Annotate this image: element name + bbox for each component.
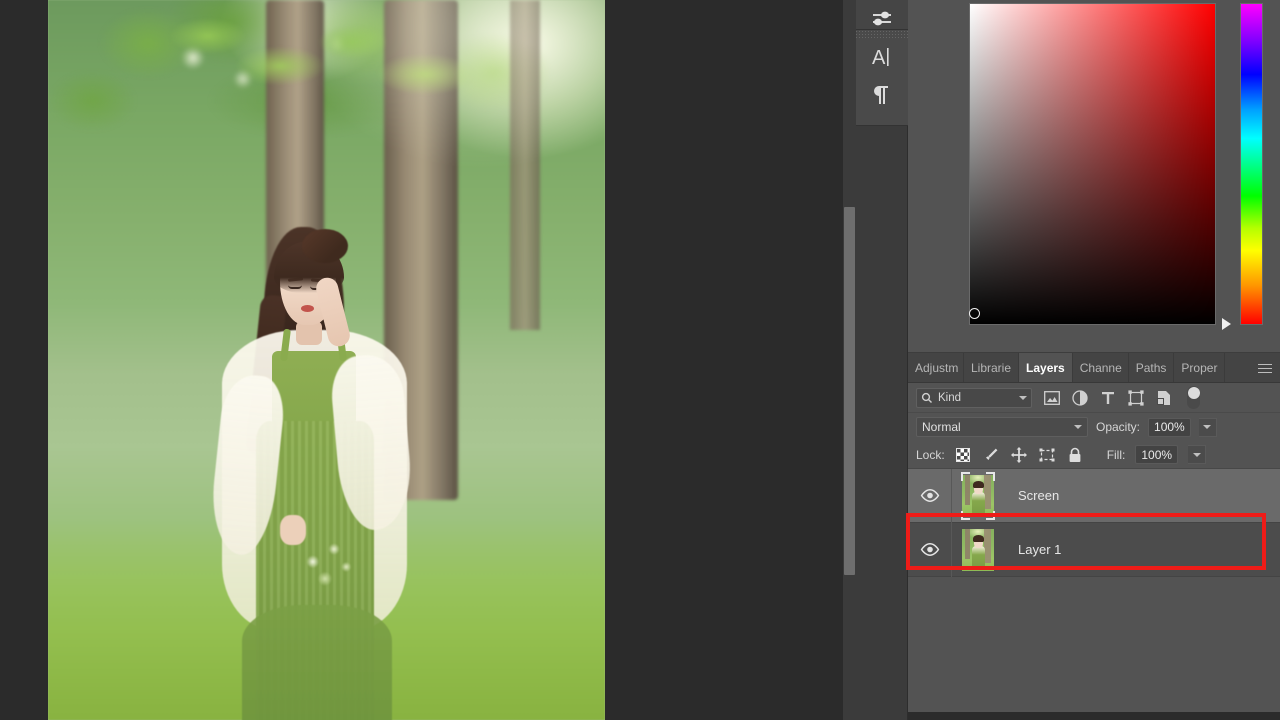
tree-trunk-right xyxy=(510,0,540,330)
layer-name[interactable]: Layer 1 xyxy=(1004,542,1280,557)
collapsed-panel-dock: A xyxy=(856,0,908,720)
overhead-branch xyxy=(168,0,498,120)
blend-mode-row: Normal Opacity: 100% xyxy=(908,413,1280,441)
svg-text:A: A xyxy=(872,47,886,69)
lock-position-icon[interactable] xyxy=(1010,446,1027,463)
filter-smart-object-icon[interactable] xyxy=(1155,389,1172,406)
lock-all-icon[interactable] xyxy=(1067,447,1083,463)
tab-properties[interactable]: Proper xyxy=(1174,353,1226,382)
filter-shape-icon[interactable] xyxy=(1127,389,1144,406)
lips xyxy=(301,305,314,312)
dock-group-type: A xyxy=(856,30,908,126)
character-icon[interactable]: A xyxy=(856,38,908,76)
lock-row: Lock: Fill: 100% xyxy=(908,441,1280,469)
paragraph-icon[interactable] xyxy=(856,76,908,114)
filter-type-icon[interactable] xyxy=(1099,389,1116,406)
table-row[interactable]: Screen xyxy=(908,468,1280,523)
fill-value[interactable]: 100% xyxy=(1135,445,1179,464)
panel-tab-bar[interactable]: Adjustm Librarie Layers Channe Paths Pro… xyxy=(908,353,1280,383)
layer-name[interactable]: Screen xyxy=(1004,488,1280,503)
filter-kind-label: Kind xyxy=(938,391,962,404)
hair-bun xyxy=(302,229,348,263)
opacity-value[interactable]: 100% xyxy=(1148,417,1191,437)
canvas-scrollbar-track[interactable] xyxy=(843,0,856,720)
opacity-stepper[interactable] xyxy=(1198,417,1217,437)
blend-mode-value: Normal xyxy=(922,420,961,434)
flower-bouquet xyxy=(290,521,366,595)
layer-list: Screen Layer 1 xyxy=(908,468,1280,577)
panel-menu-icon[interactable] xyxy=(1254,353,1276,383)
window-bottom-edge xyxy=(908,712,1280,720)
filter-enable-toggle[interactable] xyxy=(1187,386,1200,409)
dock-group-adjustments[interactable] xyxy=(856,0,908,30)
lock-image-pixels-icon[interactable] xyxy=(983,447,999,463)
table-row[interactable]: Layer 1 xyxy=(908,522,1280,577)
photoshop-window: A Adjustm Librarie Layers Channe Paths P… xyxy=(0,0,1280,720)
fill-stepper[interactable] xyxy=(1188,445,1207,464)
document-canvas[interactable] xyxy=(48,0,605,720)
layer-thumbnail[interactable] xyxy=(952,523,1004,577)
layer-filter-row: Kind xyxy=(908,383,1280,413)
eye-icon xyxy=(920,543,939,556)
canvas-area[interactable] xyxy=(0,0,843,720)
hue-slider-marker[interactable] xyxy=(1222,318,1231,330)
lock-transparency-icon[interactable] xyxy=(955,447,971,463)
lock-icons xyxy=(955,446,1083,463)
hue-slider[interactable] xyxy=(1240,3,1263,325)
tab-layers[interactable]: Layers xyxy=(1019,353,1073,382)
filter-adjustment-icon[interactable] xyxy=(1071,389,1088,406)
layer-visibility-toggle[interactable] xyxy=(908,468,952,523)
thumbnail-selection-brackets xyxy=(961,471,995,520)
color-cursor[interactable] xyxy=(969,308,980,319)
search-icon xyxy=(921,392,932,403)
opacity-label: Opacity: xyxy=(1096,420,1141,434)
woman-figure xyxy=(198,225,428,720)
filter-pixel-icon[interactable] xyxy=(1043,389,1060,406)
chevron-down-icon[interactable] xyxy=(1074,425,1082,429)
lock-label: Lock: xyxy=(916,447,945,462)
right-panel-stack: Adjustm Librarie Layers Channe Paths Pro… xyxy=(908,0,1280,720)
tab-libraries[interactable]: Librarie xyxy=(964,353,1020,382)
color-picker-panel[interactable] xyxy=(908,0,1280,353)
layers-panel: Kind Normal Opacity: 100% Lock: Fill: 10… xyxy=(908,383,1280,669)
chevron-down-icon[interactable] xyxy=(1019,395,1027,400)
filter-kind-dropdown[interactable]: Kind xyxy=(916,387,1032,408)
saturation-value-field[interactable] xyxy=(969,3,1216,325)
tab-paths[interactable]: Paths xyxy=(1129,353,1175,382)
panel-grip-dots[interactable] xyxy=(856,30,908,38)
tab-adjustments[interactable]: Adjustm xyxy=(908,353,964,382)
canvas-scrollbar-thumb[interactable] xyxy=(844,207,855,575)
green-dress-hem xyxy=(242,605,392,720)
layer-thumbnail[interactable] xyxy=(952,469,1004,523)
eye-icon xyxy=(920,489,939,502)
layer-visibility-toggle[interactable] xyxy=(908,522,952,577)
lock-artboard-nesting-icon[interactable] xyxy=(1039,447,1055,463)
layer-list-empty-area xyxy=(908,577,1280,669)
fill-label: Fill: xyxy=(1106,447,1126,462)
blend-mode-dropdown[interactable]: Normal xyxy=(916,417,1088,437)
tab-channels[interactable]: Channe xyxy=(1073,353,1129,382)
dock-empty-area xyxy=(856,126,907,720)
filter-type-icons xyxy=(1043,386,1200,409)
